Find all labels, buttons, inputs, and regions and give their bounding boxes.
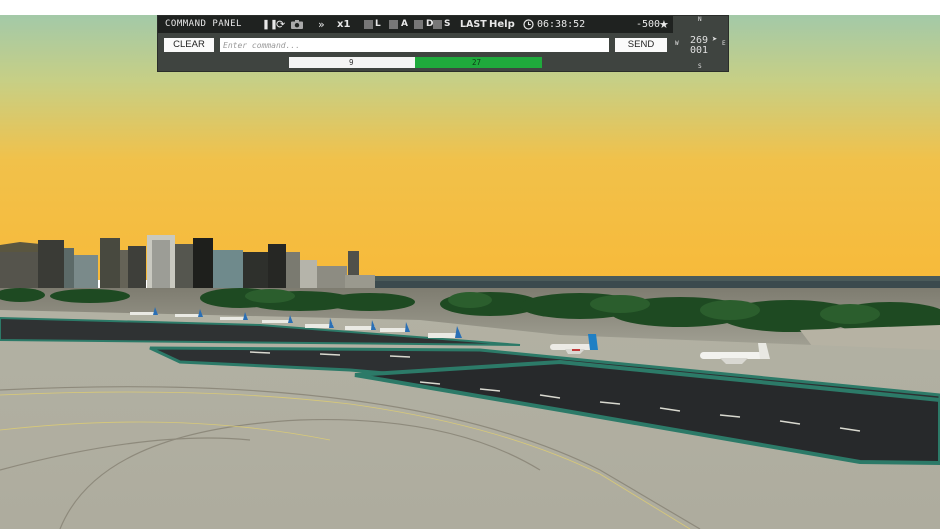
airport-scene <box>0 15 940 529</box>
refresh-icon[interactable]: ⟳ <box>276 16 285 33</box>
last-button[interactable]: LAST <box>460 16 487 33</box>
progress-left-value: 9 <box>349 58 354 67</box>
progress-right-segment: 27 <box>415 57 542 68</box>
toggle-s-label: S <box>444 19 451 29</box>
toggle-d-checkbox[interactable] <box>414 20 423 29</box>
game-clock: 06:38:52 <box>537 19 586 30</box>
compass-north: N <box>698 16 702 23</box>
toggle-l-label: L <box>375 19 381 29</box>
compass-south: S <box>698 63 702 70</box>
toggle-s-checkbox[interactable] <box>433 20 442 29</box>
score-value: -500 <box>636 19 661 30</box>
compass: N W 269 ➤ E 001 S <box>673 16 728 71</box>
help-button[interactable]: Help <box>489 16 515 33</box>
panel-top-bar: COMMAND PANEL ❚❚ ⟳ » x1 L A D S LAST Hel… <box>158 16 673 33</box>
camera-icon[interactable] <box>291 16 303 35</box>
progress-bar: 9 27 <box>289 57 542 68</box>
compass-west: W <box>675 40 679 47</box>
toggle-a-checkbox[interactable] <box>389 20 398 29</box>
command-input[interactable] <box>220 38 609 52</box>
compass-east: E <box>722 40 726 47</box>
panel-title: COMMAND PANEL <box>165 19 242 29</box>
clock-icon <box>523 16 534 36</box>
compass-pointer-icon: ➤ <box>712 35 718 45</box>
send-button[interactable]: SEND <box>615 38 667 52</box>
fast-forward-icon[interactable]: » <box>318 16 325 33</box>
command-panel: COMMAND PANEL ❚❚ ⟳ » x1 L A D S LAST Hel… <box>157 15 729 72</box>
toggle-a-label: A <box>401 19 408 29</box>
speed-multiplier[interactable]: x1 <box>337 16 350 33</box>
progress-right-value: 27 <box>472 58 482 67</box>
compass-altitude: 001 <box>690 45 709 56</box>
progress-left-segment: 9 <box>289 57 415 68</box>
star-icon: ★ <box>659 18 669 31</box>
toggle-l-checkbox[interactable] <box>364 20 373 29</box>
clear-button[interactable]: CLEAR <box>164 38 214 52</box>
